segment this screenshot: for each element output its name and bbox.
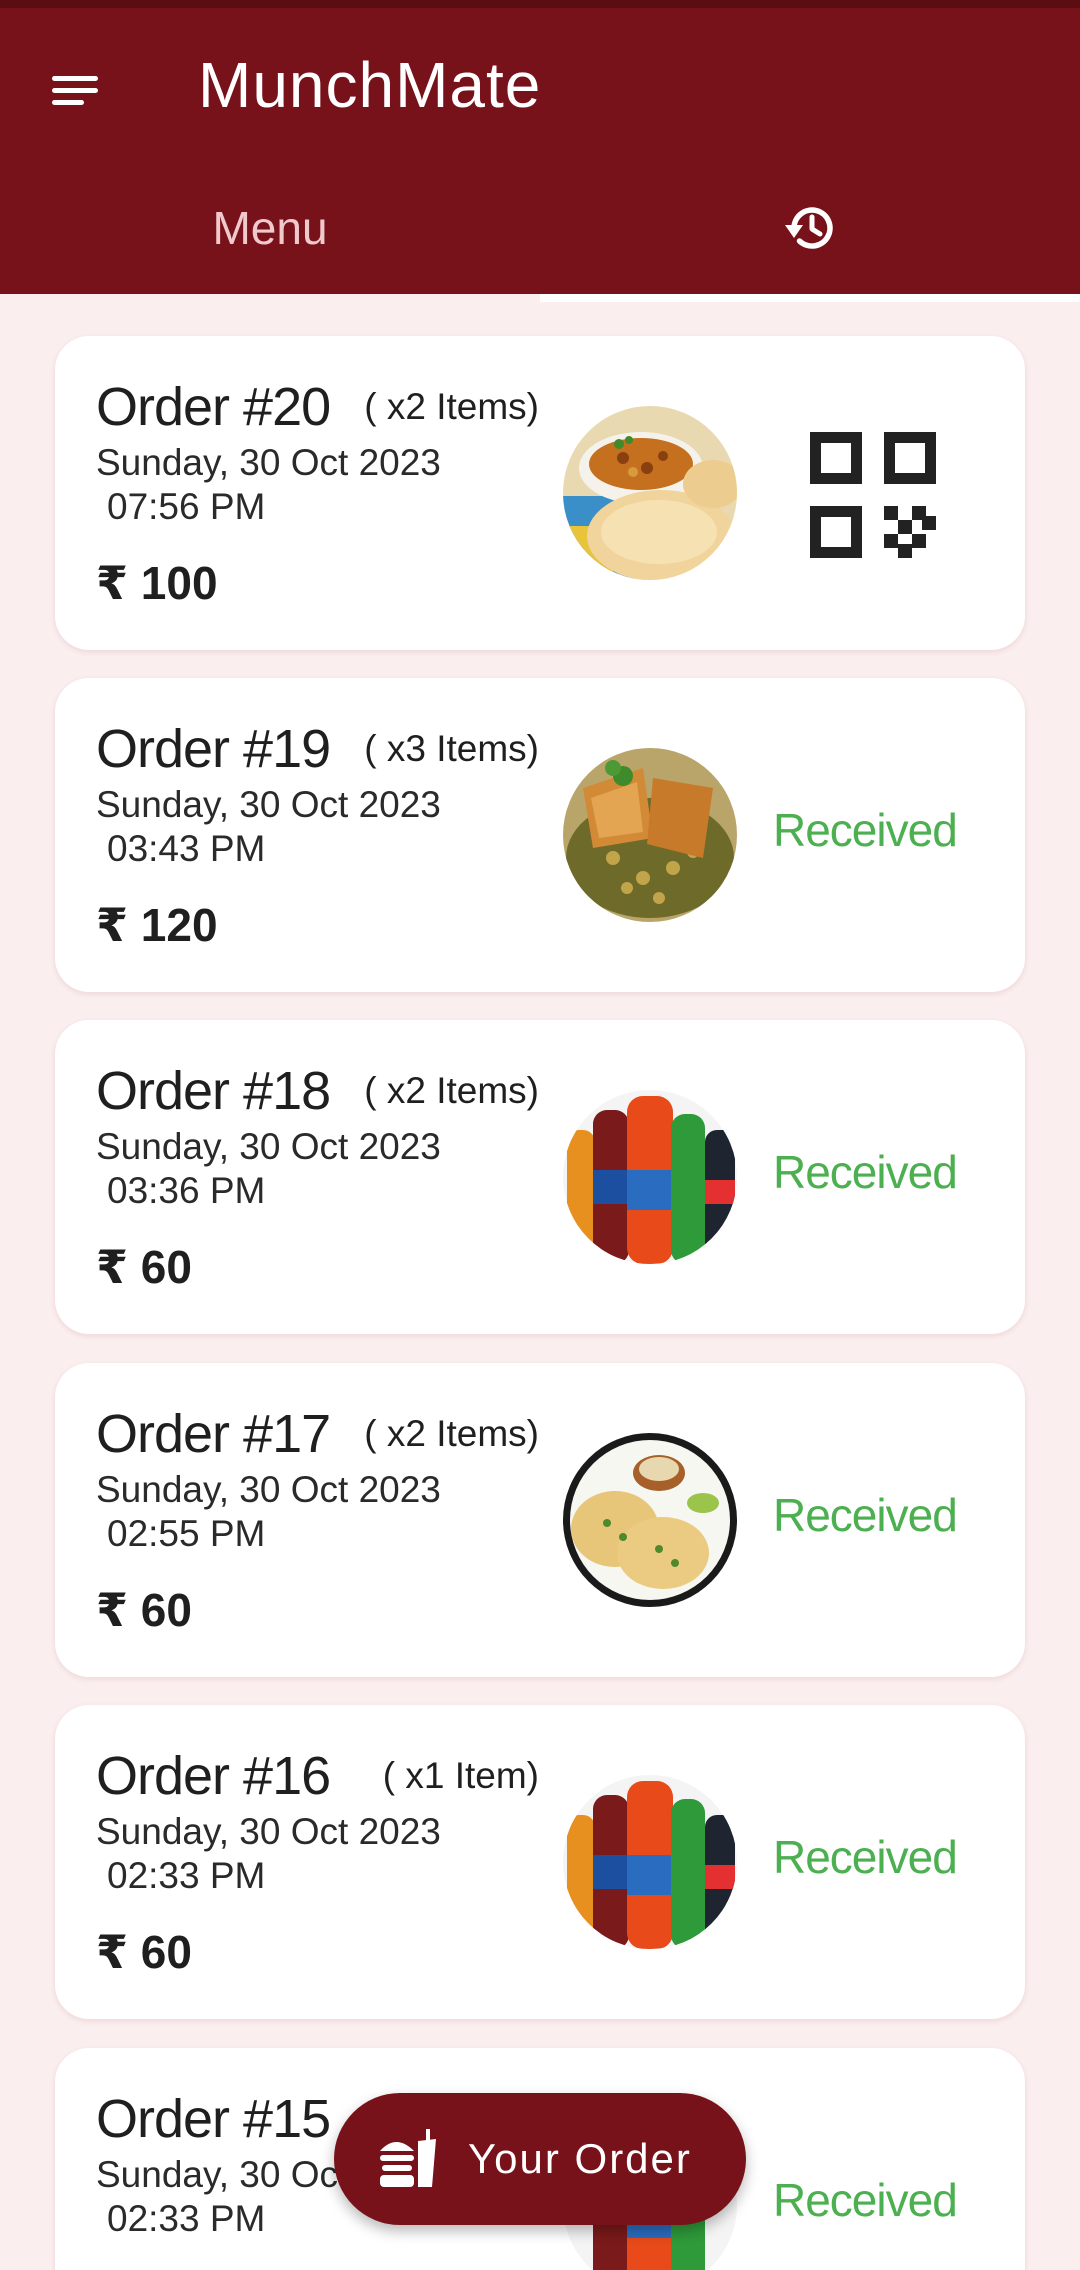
order-items-count: ( x2 Items) bbox=[364, 1413, 539, 1454]
order-number: Order #18 bbox=[96, 1061, 331, 1121]
tab-menu[interactable]: Menu bbox=[0, 180, 540, 294]
order-total: ₹ 120 bbox=[96, 899, 218, 951]
order-time: 03:36 PM bbox=[107, 1170, 266, 1211]
food-order-icon bbox=[380, 2129, 436, 2187]
order-status: Received bbox=[773, 1489, 958, 1541]
status-bar bbox=[0, 0, 1080, 8]
order-card[interactable]: Order #19 ( x3 Items) Sunday, 30 Oct 202… bbox=[55, 678, 1025, 992]
order-items-count: ( x2 Items) bbox=[364, 386, 539, 427]
food-thumbnail bbox=[563, 406, 737, 580]
order-number: Order #16 bbox=[96, 1746, 331, 1806]
order-number: Order #19 bbox=[96, 719, 331, 779]
order-card[interactable]: Order #18 ( x2 Items) Sunday, 30 Oct 202… bbox=[55, 1020, 1025, 1334]
order-status: Received bbox=[773, 2174, 958, 2226]
food-thumbnail bbox=[563, 748, 737, 922]
order-items-count: ( x3 Items) bbox=[364, 728, 539, 769]
tab-order-history[interactable] bbox=[540, 180, 1080, 294]
food-thumbnail bbox=[563, 1775, 737, 1949]
qr-code-icon[interactable] bbox=[810, 432, 936, 558]
order-total: ₹ 60 bbox=[96, 1241, 192, 1293]
hamburger-menu-icon[interactable] bbox=[46, 62, 106, 122]
app-bar: MunchMate Menu bbox=[0, 8, 1080, 302]
order-total: ₹ 60 bbox=[96, 1584, 192, 1636]
your-order-button[interactable]: Your Order bbox=[334, 2093, 746, 2225]
order-date: Sunday, 30 Oct 2023 bbox=[96, 1469, 441, 1510]
order-status: Received bbox=[773, 1146, 958, 1198]
food-thumbnail bbox=[563, 1433, 737, 1607]
app-title: MunchMate bbox=[198, 49, 542, 121]
food-thumbnail bbox=[563, 1090, 737, 1264]
order-status: Received bbox=[773, 1831, 958, 1883]
order-number: Order #17 bbox=[96, 1404, 331, 1464]
tab-selected-indicator bbox=[540, 294, 1080, 302]
order-number: Order #20 bbox=[96, 377, 331, 437]
order-time: 07:56 PM bbox=[107, 486, 266, 527]
order-date: Sunday, 30 Oct 2023 bbox=[96, 442, 441, 483]
your-order-label: Your Order bbox=[468, 2135, 692, 2182]
order-date: Sunday, 30 Oc bbox=[96, 2154, 339, 2195]
order-date: Sunday, 30 Oct 2023 bbox=[96, 784, 441, 825]
order-time: 02:55 PM bbox=[107, 1513, 266, 1554]
order-card[interactable]: Order #17 ( x2 Items) Sunday, 30 Oct 202… bbox=[55, 1363, 1025, 1677]
order-card[interactable]: Order #16 ( x1 Item) Sunday, 30 Oct 2023… bbox=[55, 1705, 1025, 2019]
order-total: ₹ 100 bbox=[96, 557, 218, 609]
order-number: Order #15 bbox=[96, 2089, 331, 2149]
order-date: Sunday, 30 Oct 2023 bbox=[96, 1811, 441, 1852]
tab-menu-label: Menu bbox=[212, 202, 328, 254]
order-items-count: ( x2 Items) bbox=[364, 1070, 539, 1111]
order-card[interactable]: Order #20 ( x2 Items) Sunday, 30 Oct 202… bbox=[55, 336, 1025, 650]
order-time: 02:33 PM bbox=[107, 2198, 266, 2239]
order-date: Sunday, 30 Oct 2023 bbox=[96, 1126, 441, 1167]
order-time: 02:33 PM bbox=[107, 1855, 266, 1896]
order-items-count: ( x1 Item) bbox=[382, 1755, 539, 1796]
order-status: Received bbox=[773, 804, 958, 856]
order-total: ₹ 60 bbox=[96, 1926, 192, 1978]
history-icon bbox=[785, 207, 833, 249]
order-time: 03:43 PM bbox=[107, 828, 266, 869]
